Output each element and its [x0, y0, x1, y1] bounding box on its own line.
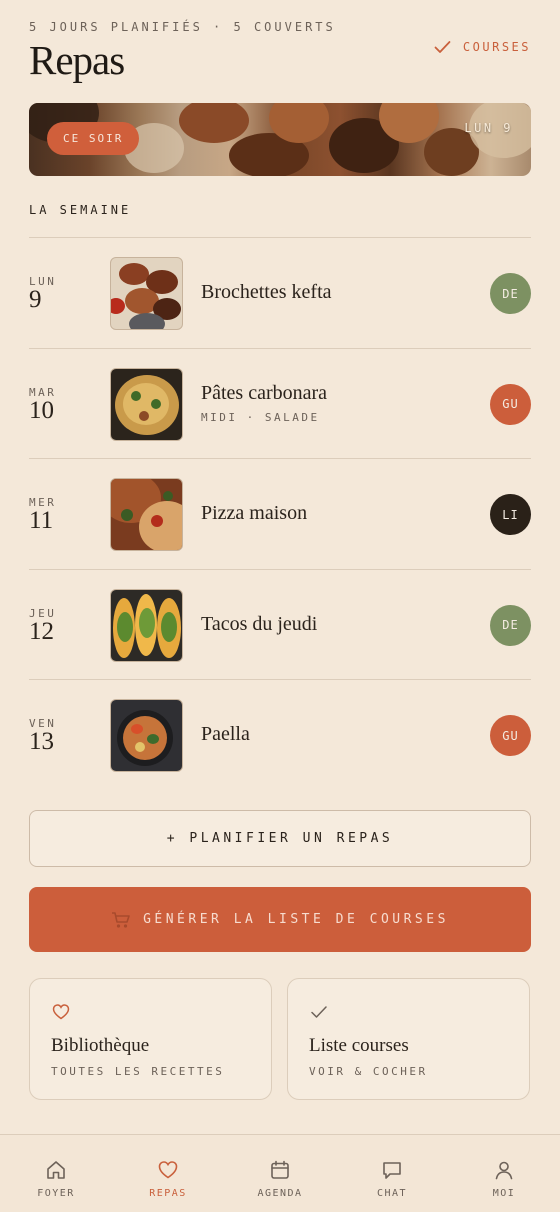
nav-label: MOI [492, 1188, 516, 1199]
meal-name: Brochettes kefta [201, 281, 332, 303]
meal-thumbnail [110, 257, 183, 330]
check-icon [434, 41, 451, 53]
plan-meal-label: + PLANIFIER UN REPAS [166, 831, 394, 846]
card-subtitle: VOIR & COCHER [309, 1065, 428, 1078]
nav-item-repas[interactable]: REPAS [112, 1135, 224, 1212]
day-label: VEN 13 [29, 717, 89, 755]
meal-thumbnail [110, 588, 183, 662]
meal-name: Paella [201, 723, 250, 745]
home-icon [47, 1161, 65, 1179]
nav-item-agenda[interactable]: AGENDA [224, 1135, 336, 1212]
tonight-hero-image[interactable]: CE SOIR LUN 9 [29, 103, 531, 176]
hero-date: LUN 9 [464, 121, 513, 135]
person-icon [495, 1161, 513, 1180]
meal-row-thursday[interactable]: JEU 12 Tacos du jeudi DE [29, 568, 531, 680]
day-label: JEU 12 [29, 607, 89, 645]
shopping-list-card[interactable]: Liste courses VOIR & COCHER [287, 978, 530, 1100]
day-number: 10 [29, 396, 54, 424]
meal-row-tuesday[interactable]: MAR 10 Pâtes carbonara MIDI · SALADE GU [29, 347, 531, 459]
day-number: 9 [29, 286, 42, 313]
meal-row-friday[interactable]: VEN 13 Paella GU [29, 679, 531, 790]
day-number: 12 [29, 617, 54, 645]
assignee-avatar[interactable]: DE [490, 604, 531, 646]
nav-item-moi[interactable]: MOI [448, 1135, 560, 1212]
meal-name: Tacos du jeudi [201, 612, 318, 635]
plan-meal-button[interactable]: + PLANIFIER UN REPAS [29, 810, 531, 867]
meal-thumbnail [110, 699, 183, 772]
library-card[interactable]: Bibliothèque TOUTES LES RECETTES [29, 978, 272, 1100]
meal-note: MIDI · SALADE [201, 410, 320, 424]
week-meal-list: LUN 9 Brochettes kefta DE MAR 10 Pâtes c… [29, 237, 531, 790]
nav-label: CHAT [376, 1188, 408, 1199]
generate-label: GÉNÉRER LA LISTE DE COURSES [143, 912, 449, 927]
calendar-icon [271, 1160, 289, 1179]
generate-shopping-list-button[interactable]: GÉNÉRER LA LISTE DE COURSES [29, 887, 531, 952]
day-number: 11 [29, 507, 54, 534]
card-subtitle: TOUTES LES RECETTES [51, 1065, 225, 1078]
page-header: 5 JOURS PLANIFIÉS · 5 COUVERTS Repas COU… [29, 18, 531, 84]
meal-name: Pizza maison [201, 502, 308, 524]
heart-icon [158, 1161, 178, 1179]
day-number: 13 [29, 728, 54, 755]
chat-icon [383, 1162, 401, 1179]
card-title: Liste courses [309, 1035, 409, 1056]
cart-icon [112, 911, 130, 928]
card-title: Bibliothèque [51, 1035, 150, 1056]
meal-row-monday[interactable]: LUN 9 Brochettes kefta DE [29, 237, 531, 348]
check-icon [311, 1006, 327, 1018]
nav-item-foyer[interactable]: FOYER [0, 1135, 112, 1212]
plan-summary: 5 JOURS PLANIFIÉS · 5 COUVERTS [29, 20, 336, 34]
courses-link-label: COURSES [462, 40, 531, 54]
assignee-avatar[interactable]: LI [490, 494, 531, 535]
meal-row-wednesday[interactable]: MER 11 Pizza maison LI [29, 458, 531, 569]
meal-name: Pâtes carbonara [201, 381, 328, 404]
heart-icon [52, 1004, 70, 1020]
day-label: MAR 10 [29, 386, 89, 424]
tonight-badge: CE SOIR [47, 122, 140, 155]
nav-label: AGENDA [257, 1188, 303, 1199]
meal-thumbnail [110, 478, 183, 551]
nav-label: FOYER [37, 1188, 75, 1199]
nav-item-chat[interactable]: CHAT [336, 1135, 448, 1212]
nav-label: REPAS [149, 1188, 187, 1199]
meal-thumbnail [110, 367, 183, 441]
page-title: Repas [29, 37, 125, 83]
assignee-avatar[interactable]: DE [490, 273, 531, 314]
assignee-avatar[interactable]: GU [490, 715, 531, 756]
bottom-navigation: FOYER REPAS AGENDA CHAT MOI [0, 1134, 560, 1212]
day-label: MER 11 [29, 496, 89, 534]
courses-link[interactable]: COURSES [434, 40, 531, 54]
week-section-label: LA SEMAINE [29, 203, 132, 217]
assignee-avatar[interactable]: GU [490, 383, 531, 425]
day-label: LUN 9 [29, 275, 89, 313]
